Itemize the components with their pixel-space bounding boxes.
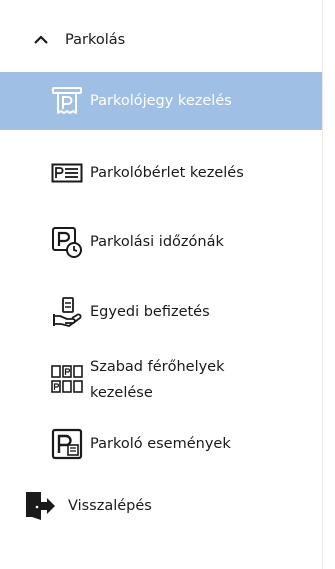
- menu-item-label: Egyedi befizetés: [90, 304, 210, 320]
- menu-item-individual-payment[interactable]: Egyedi befizetés: [0, 284, 322, 340]
- menu-item-free-spaces[interactable]: Szabad férőhelyek kezelése: [0, 350, 322, 410]
- menu-item-parking-ticket[interactable]: Parkolójegy kezelés: [0, 72, 322, 130]
- menu-item-label: Parkolójegy kezelés: [90, 93, 232, 109]
- group-label: Parkolás: [65, 32, 126, 48]
- menu-item-label: Parkoló események: [90, 436, 231, 452]
- parking-ticket-icon: [52, 87, 82, 114]
- menu-item-label: Parkolási időzónák: [90, 234, 224, 250]
- chevron-up-icon: [34, 35, 48, 44]
- parking-event-icon: [51, 428, 83, 460]
- navigation-menu: Parkolás Parkolójegy kezelés Parkolóbérl…: [0, 0, 322, 569]
- free-spaces-grid-icon: [51, 365, 83, 393]
- back-button[interactable]: Visszalépés: [0, 484, 322, 528]
- parking-clock-icon: [52, 227, 82, 258]
- menu-item-label: Szabad férőhelyek kezelése: [90, 359, 225, 401]
- menu-item-parking-time-zones[interactable]: Parkolási időzónák: [0, 214, 322, 270]
- panel-edge: [322, 0, 335, 569]
- parking-group-header[interactable]: Parkolás: [0, 18, 322, 62]
- exit-door-icon: [26, 492, 55, 520]
- menu-item-label: Parkolóbérlet kezelés: [90, 165, 244, 181]
- menu-item-parking-events[interactable]: Parkoló események: [0, 416, 322, 472]
- back-label: Visszalépés: [68, 498, 152, 514]
- menu-item-parking-pass[interactable]: Parkolóbérlet kezelés: [0, 148, 322, 198]
- parking-pass-card-icon: [51, 163, 83, 183]
- hand-money-icon: [53, 297, 82, 327]
